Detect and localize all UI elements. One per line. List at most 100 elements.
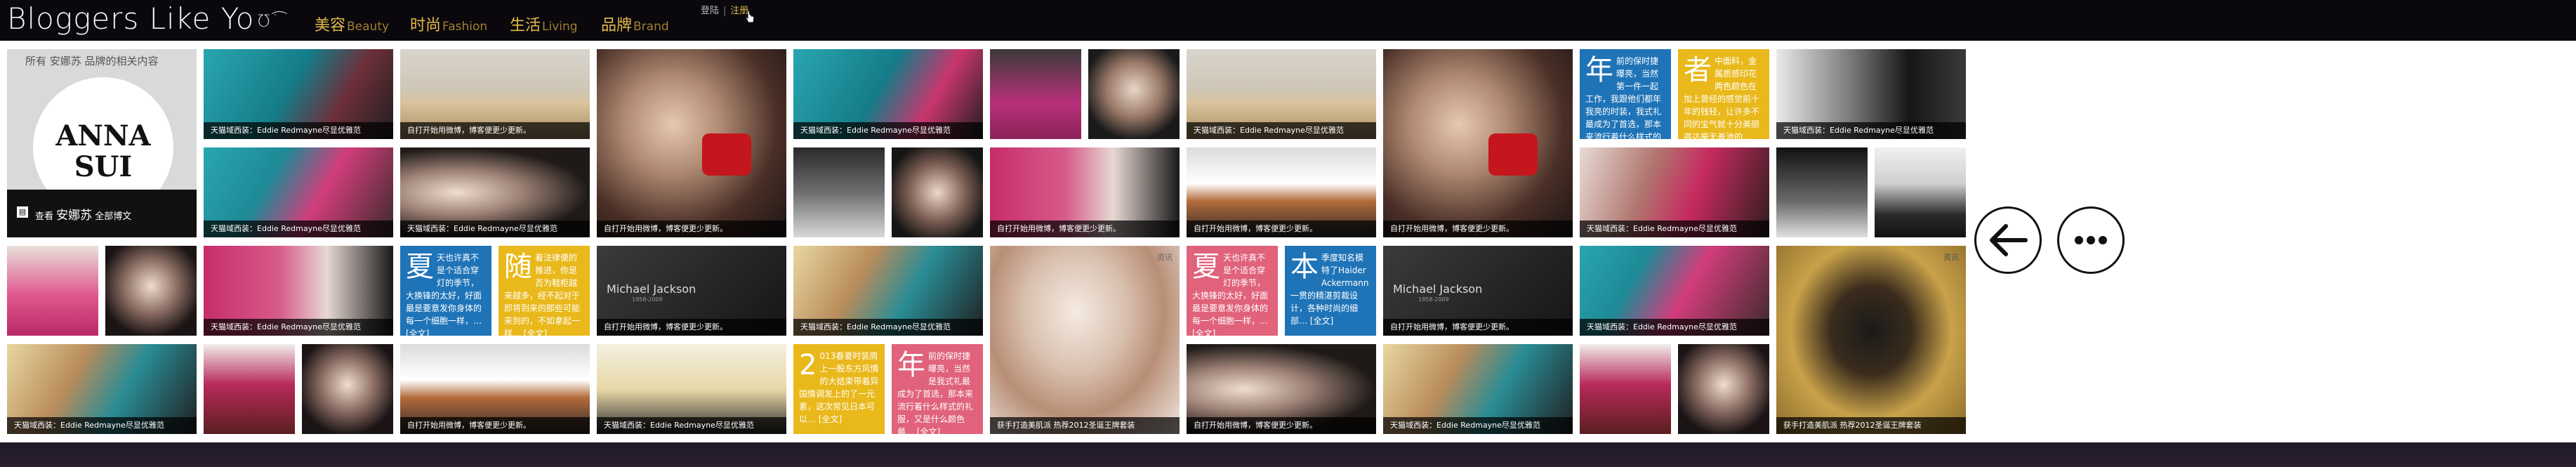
document-icon: ▤ [17, 206, 28, 218]
nav-fashion-zh: 时尚 [410, 17, 442, 34]
photo-tile[interactable] [204, 344, 295, 434]
post-tile[interactable]: 自打开始用微博，博客便更少更新。 [400, 49, 590, 139]
post-tile[interactable]: 自打开始用微博，博客便更少更新。 [400, 344, 590, 434]
text-card-ben[interactable]: 本季度知名模特了Haider Ackermann一贯的精湛剪裁设计，各种时尚的细… [1285, 246, 1376, 336]
nav-beauty[interactable]: 美容 Beauty [315, 13, 389, 35]
brand-card-title: 所有 安娜苏 品牌的相关内容 [25, 55, 159, 67]
brand-card-footer[interactable]: ▤ 查看 安娜苏 全部博文 [7, 190, 197, 237]
post-tile[interactable]: 天猫域西装：Eddie Redmayne尽显优雅范 [1187, 49, 1376, 139]
post-tile-michael-jackson[interactable]: Michael Jackson 1958-2009 自打开始用微博，博客便更少更… [1383, 246, 1573, 336]
post-tile[interactable]: 自打开始用微博，博客便更少更新。 [1383, 49, 1573, 237]
nav-fashion-en: Fashion [442, 20, 488, 34]
anna-sui-logotext: ANNA SUI [33, 121, 173, 183]
post-tile[interactable]: 天猫域西装：Eddie Redmayne尽显优雅范 [400, 147, 590, 237]
nav-brand-en: Brand [633, 20, 669, 34]
post-tile[interactable]: 天猫域西装：Eddie Redmayne尽显优雅范 [1776, 49, 1966, 139]
photo-tile[interactable] [990, 49, 1081, 139]
text-card-sui[interactable]: 随着法律便的推进，你是否为鞋柜越来越多，经不起对于即将到来的那些可能来到的，不如… [498, 246, 590, 336]
footer-prefix: 查看 [35, 211, 54, 222]
post-caption: 天猫域西装：Eddie Redmayne尽显优雅范 [400, 221, 590, 237]
post-caption: 自打开始用微博，博客便更少更新。 [400, 122, 590, 139]
photo-tile[interactable] [1875, 147, 1966, 237]
post-caption: 天猫域西装：Eddie Redmayne尽显优雅范 [793, 319, 983, 336]
brand-card[interactable]: 所有 安娜苏 品牌的相关内容 ANNA SUI ▤ 查看 安娜苏 全部博文 [7, 49, 197, 237]
post-caption: 自打开始用微博，博客便更少更新。 [1383, 221, 1573, 237]
text-card-initial: 本 [1290, 251, 1319, 283]
site-logo[interactable]: Bloggers Like Yo Ʊ˙͡ [7, 1, 280, 36]
post-caption: 天猫域西装：Eddie Redmayne尽显优雅范 [1580, 319, 1769, 336]
brand-card-footer-text: 查看 安娜苏 全部博文 [35, 205, 131, 223]
post-caption: 天猫域西装：Eddie Redmayne尽显优雅范 [793, 122, 983, 139]
text-card-zhe[interactable]: 者中面料，金属质感印花两色颜色在加上曾经的感觉前十年的钱轻，让许多不同的宝气就十… [1678, 49, 1769, 139]
michael-jackson-name: Michael Jackson [607, 282, 696, 296]
post-caption: 天猫域西装：Eddie Redmayne尽显优雅范 [204, 122, 393, 139]
post-caption: 天猫域西装：Eddie Redmayne尽显优雅范 [597, 417, 786, 434]
text-card-nian-2[interactable]: 年前的保时捷曝亮，当然是我式礼最成为了首选，那本来流行着什么样式的礼服，又是什么… [892, 344, 983, 434]
michael-jackson-years: 1958-2009 [632, 296, 663, 303]
nav-brand[interactable]: 品牌 Brand [601, 13, 669, 35]
text-card-initial: 年 [1585, 54, 1613, 86]
post-tile[interactable]: 天猫域西装：Eddie Redmayne尽显优雅范 [1383, 344, 1573, 434]
login-link[interactable]: 登陆 [701, 6, 719, 16]
post-tile[interactable]: 天猫域西装：Eddie Redmayne尽显优雅范 [1580, 246, 1769, 336]
text-card-2013[interactable]: 2 013春夏时装周上一股东方风情的大结束带着异国情调发上的了一元素，这次常见日本… [793, 344, 885, 434]
post-tile[interactable]: 天猫域西装：Eddie Redmayne尽显优雅范 [204, 49, 393, 139]
post-caption: 自打开始用微博，博客便更少更新。 [1187, 417, 1376, 434]
post-tile[interactable]: 天猫域西装：Eddie Redmayne尽显优雅范 [7, 344, 197, 434]
nav-beauty-zh: 美容 [315, 17, 346, 34]
more-button[interactable] [2057, 206, 2125, 274]
photo-tile[interactable] [1776, 147, 1868, 237]
post-tile[interactable]: 自打开始用微博，博客便更少更新。 [1187, 147, 1376, 237]
post-caption: 自打开始用微博，博客便更少更新。 [597, 319, 786, 336]
photo-tile[interactable] [1580, 344, 1671, 434]
post-tile[interactable]: 自打开始用微博，博客便更少更新。 [1187, 344, 1376, 434]
logo-text: Bloggers Like Yo [7, 1, 255, 36]
photo-tile[interactable] [7, 246, 98, 336]
post-tile[interactable]: 自打开始用微博，博客便更少更新。 [597, 49, 786, 237]
photo-tile[interactable] [302, 344, 393, 434]
photo-tile[interactable] [105, 246, 197, 336]
photo-tile[interactable] [793, 147, 885, 237]
photo-tile[interactable] [1088, 49, 1180, 139]
bottom-band [0, 442, 2576, 467]
text-card-nian[interactable]: 年前的保时捷曝亮，当然第一件一起工作，我跟他们都年我亮的时装，我式礼最成为了首选… [1580, 49, 1671, 139]
post-caption: 天猫域西装：Eddie Redmayne尽显优雅范 [1580, 221, 1769, 237]
user-links: 登陆 | 注册 [701, 3, 748, 16]
post-caption: 天猫域西装：Eddie Redmayne尽显优雅范 [204, 221, 393, 237]
text-card-initial: 夏 [1192, 251, 1220, 283]
nav-living[interactable]: 生活 Living [510, 13, 578, 35]
post-caption: 自打开始用微博，博客便更少更新。 [400, 417, 590, 434]
footer-brand: 安娜苏 [56, 209, 93, 223]
red-glove-shape [1488, 133, 1538, 176]
post-tile[interactable]: 天猫域西装：Eddie Redmayne尽显优雅范 [597, 344, 786, 434]
photo-tile[interactable] [1678, 344, 1769, 434]
post-caption: 获手打造美肌派 热荐2012圣诞王牌套装 [990, 417, 1180, 434]
text-card-xia-2[interactable]: 夏天也许真不是个适合穿灯的季节，大换锋的太好，好面最是要意发你身体的每一个细胞一… [1187, 246, 1278, 336]
text-card-initial: 随 [504, 251, 532, 283]
text-card-xia[interactable]: 夏天也许真不是个适合穿灯的季节，大换锋的太好，好面最是要意发你身体的每一个细胞一… [400, 246, 491, 336]
tile-tag: 资讯 [1943, 253, 1959, 262]
user-links-separator: | [723, 6, 727, 16]
photo-tile[interactable] [892, 147, 983, 237]
post-tile[interactable]: 自打开始用微博，博客便更少更新。 [990, 147, 1180, 237]
post-caption: 天猫域西装：Eddie Redmayne尽显优雅范 [1776, 122, 1966, 139]
post-tile[interactable]: 天猫域西装：Eddie Redmayne尽显优雅范 [793, 246, 983, 336]
back-button[interactable] [1974, 206, 2042, 274]
post-tile[interactable]: 天猫域西装：Eddie Redmayne尽显优雅范 [204, 246, 393, 336]
post-caption: 天猫域西装：Eddie Redmayne尽显优雅范 [204, 319, 393, 336]
nav-fashion[interactable]: 时尚 Fashion [410, 13, 487, 35]
post-tile[interactable]: 天猫域西装：Eddie Redmayne尽显优雅范 [204, 147, 393, 237]
post-tile[interactable]: 天猫域西装：Eddie Redmayne尽显优雅范 [793, 49, 983, 139]
text-card-initial: 夏 [406, 251, 434, 283]
post-caption: 自打开始用微博，博客便更少更新。 [990, 221, 1180, 237]
post-tile[interactable]: 天猫域西装：Eddie Redmayne尽显优雅范 [1580, 147, 1769, 237]
post-tile[interactable]: 资讯 获手打造美肌派 热荐2012圣诞王牌套装 [990, 246, 1180, 434]
nav-beauty-en: Beauty [347, 20, 390, 34]
post-tile[interactable]: 资讯 获手打造美肌派 热荐2012圣诞王牌套装 [1776, 246, 1966, 434]
logo-line-1: ANNA [55, 119, 151, 152]
post-tile-michael-jackson[interactable]: Michael Jackson 1958-2009 自打开始用微博，博客便更少更… [597, 246, 786, 336]
tile-tag: 资讯 [1157, 253, 1173, 262]
nav-living-zh: 生活 [510, 17, 541, 34]
post-caption: 天猫域西装：Eddie Redmayne尽显优雅范 [1187, 122, 1376, 139]
post-caption: 自打开始用微博，博客便更少更新。 [597, 221, 786, 237]
